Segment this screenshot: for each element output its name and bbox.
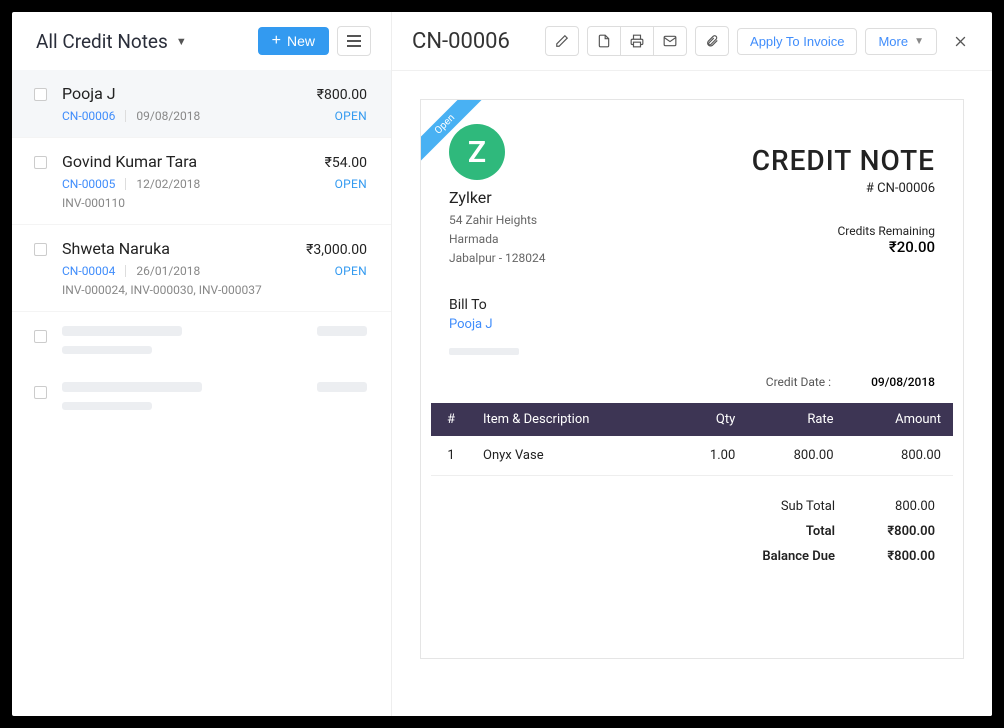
item-customer: Pooja J — [62, 84, 116, 103]
item-id: CN-00004 — [62, 264, 115, 278]
item-invoices: INV-000024, INV-000030, INV-000037 — [62, 283, 367, 297]
credit-date-label: Credit Date : — [766, 375, 831, 389]
item-date: 26/01/2018 — [136, 264, 200, 278]
filter-dropdown[interactable]: All Credit Notes ▼ — [36, 30, 187, 53]
subtotal-value: 800.00 — [835, 499, 935, 514]
item-amount: ₹54.00 — [325, 155, 367, 171]
item-customer: Govind Kumar Tara — [62, 152, 197, 171]
item-id: CN-00005 — [62, 177, 115, 191]
credits-remaining-label: Credits Remaining — [752, 224, 935, 238]
th-description: Item & Description — [471, 403, 671, 436]
company-name: Zylker — [449, 188, 752, 207]
new-button-label: New — [287, 33, 315, 49]
print-button[interactable] — [620, 26, 654, 56]
new-button[interactable]: + New — [258, 27, 329, 55]
address-line: Jabalpur - 128024 — [449, 249, 752, 268]
total-label: Total — [685, 524, 835, 539]
credits-remaining-value: ₹20.00 — [752, 238, 935, 256]
status-ribbon: Open — [421, 100, 491, 170]
credit-note-list: Pooja J ₹800.00 CN-00006 09/08/2018 OPEN… — [12, 70, 391, 716]
totals-block: Sub Total 800.00 Total ₹800.00 Balance D… — [421, 476, 963, 593]
caret-down-icon: ▼ — [914, 36, 924, 47]
th-qty: Qty — [671, 403, 747, 436]
detail-title: CN-00006 — [412, 29, 510, 54]
close-button[interactable] — [949, 30, 972, 53]
billto-customer-link[interactable]: Pooja J — [449, 317, 935, 332]
cell-index: 1 — [431, 436, 471, 476]
file-icon — [597, 34, 611, 48]
cell-rate: 800.00 — [747, 436, 845, 476]
item-status: OPEN — [335, 109, 367, 123]
item-invoices: INV-000110 — [62, 196, 367, 210]
edit-button[interactable] — [545, 26, 579, 56]
paperclip-icon — [705, 34, 719, 48]
balance-value: ₹800.00 — [835, 549, 935, 564]
mail-button[interactable] — [653, 26, 687, 56]
address-line: Harmada — [449, 230, 752, 249]
title-block: CREDIT NOTE # CN-00006 Credits Remaining… — [752, 120, 935, 269]
cell-amount: 800.00 — [846, 436, 953, 476]
billto-label: Bill To — [449, 297, 935, 313]
th-amount: Amount — [846, 403, 953, 436]
document-number: # CN-00006 — [752, 181, 935, 196]
cell-qty: 1.00 — [671, 436, 747, 476]
item-status: OPEN — [335, 264, 367, 278]
item-date: 09/08/2018 — [136, 109, 200, 123]
app-frame: All Credit Notes ▼ + New Pooja J ₹800.00 — [12, 12, 992, 716]
address-line: 54 Zahir Heights — [449, 211, 752, 230]
list-header: All Credit Notes ▼ + New — [12, 12, 391, 70]
checkbox[interactable] — [34, 156, 47, 169]
checkbox[interactable] — [34, 88, 47, 101]
hamburger-icon — [347, 40, 361, 42]
filter-label: All Credit Notes — [36, 30, 168, 53]
item-customer: Shweta Naruka — [62, 239, 170, 258]
apply-label: Apply To Invoice — [750, 34, 844, 49]
mail-icon — [663, 34, 677, 48]
printer-icon — [630, 34, 644, 48]
item-status: OPEN — [335, 177, 367, 191]
detail-panel: CN-00006 Apply To Invoice — [392, 12, 992, 716]
item-amount: ₹800.00 — [317, 87, 367, 103]
list-item[interactable]: Shweta Naruka ₹3,000.00 CN-00004 26/01/2… — [12, 225, 391, 312]
checkbox[interactable] — [34, 243, 47, 256]
apply-to-invoice-button[interactable]: Apply To Invoice — [737, 28, 857, 55]
more-button[interactable]: More ▼ — [865, 28, 937, 55]
pencil-icon — [555, 34, 569, 48]
pdf-button[interactable] — [587, 26, 621, 56]
list-item[interactable]: Pooja J ₹800.00 CN-00006 09/08/2018 OPEN — [12, 70, 391, 138]
item-date: 12/02/2018 — [136, 177, 200, 191]
cell-description: Onyx Vase — [471, 436, 671, 476]
document-title: CREDIT NOTE — [752, 144, 935, 177]
address-skeleton — [449, 348, 519, 355]
plus-icon: + — [272, 33, 281, 49]
total-value: ₹800.00 — [835, 524, 935, 539]
th-index: # — [431, 403, 471, 436]
item-amount: ₹3,000.00 — [306, 242, 367, 258]
more-label: More — [878, 34, 908, 49]
th-rate: Rate — [747, 403, 845, 436]
items-table: # Item & Description Qty Rate Amount 1 O… — [431, 403, 953, 476]
detail-header: CN-00006 Apply To Invoice — [392, 12, 992, 71]
from-block: Z Zylker 54 Zahir Heights Harmada Jabalp… — [449, 120, 752, 269]
list-item-skeleton — [12, 368, 391, 424]
credit-note-document: Open Z Zylker 54 Zahir Heights Harmada J… — [420, 99, 964, 659]
list-item-skeleton — [12, 312, 391, 368]
ribbon-text: Open — [421, 100, 486, 166]
subtotal-label: Sub Total — [685, 499, 835, 514]
table-row: 1 Onyx Vase 1.00 800.00 800.00 — [431, 436, 953, 476]
document-area: Open Z Zylker 54 Zahir Heights Harmada J… — [392, 71, 992, 716]
list-item[interactable]: Govind Kumar Tara ₹54.00 CN-00005 12/02/… — [12, 138, 391, 225]
list-panel: All Credit Notes ▼ + New Pooja J ₹800.00 — [12, 12, 392, 716]
caret-down-icon: ▼ — [176, 35, 187, 48]
balance-label: Balance Due — [685, 549, 835, 564]
list-menu-button[interactable] — [337, 26, 371, 56]
item-id: CN-00006 — [62, 109, 115, 123]
close-icon — [953, 34, 968, 49]
attach-button[interactable] — [695, 26, 729, 56]
credit-date-value: 09/08/2018 — [871, 375, 935, 389]
